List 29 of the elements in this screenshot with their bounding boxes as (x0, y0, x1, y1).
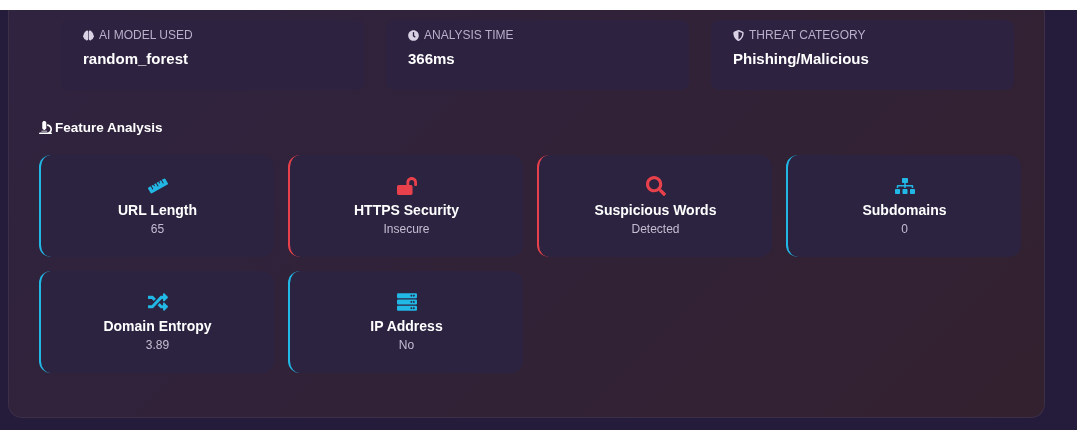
section-title: Feature Analysis (55, 120, 163, 135)
feature-name: URL Length (117, 202, 198, 218)
info-value: random_forest (83, 50, 190, 67)
feature-value: 0 (901, 222, 908, 236)
ruler-icon (147, 176, 168, 196)
clock-icon (408, 29, 419, 41)
feature-name: Subdomains (862, 202, 947, 218)
brain-icon (83, 29, 94, 41)
feature-value: Insecure (383, 222, 430, 236)
info-value: Phishing/Malicious (733, 50, 870, 67)
feature-name: HTTPS Security (354, 202, 459, 218)
feature-value: Detected (631, 222, 680, 236)
shuffle-icon (147, 292, 168, 312)
info-label: THREAT CATEGORY (749, 28, 866, 42)
microscope-icon (39, 121, 52, 134)
feature-value: 3.89 (145, 338, 170, 352)
feature-name: IP Address (370, 318, 443, 334)
search-icon (645, 176, 666, 196)
feature-value: No (398, 338, 415, 352)
feature-name: Domain Entropy (103, 318, 212, 334)
info-label: AI MODEL USED (99, 28, 193, 42)
info-label: ANALYSIS TIME (424, 28, 514, 42)
feature-value: 65 (150, 222, 165, 236)
server-icon (396, 292, 417, 312)
unlocked-padlock-icon (396, 176, 417, 196)
info-value: 366ms (408, 50, 456, 67)
feature-name: Suspicious Words (594, 202, 717, 218)
hierarchy-icon (894, 176, 915, 196)
shield-icon (733, 29, 744, 41)
